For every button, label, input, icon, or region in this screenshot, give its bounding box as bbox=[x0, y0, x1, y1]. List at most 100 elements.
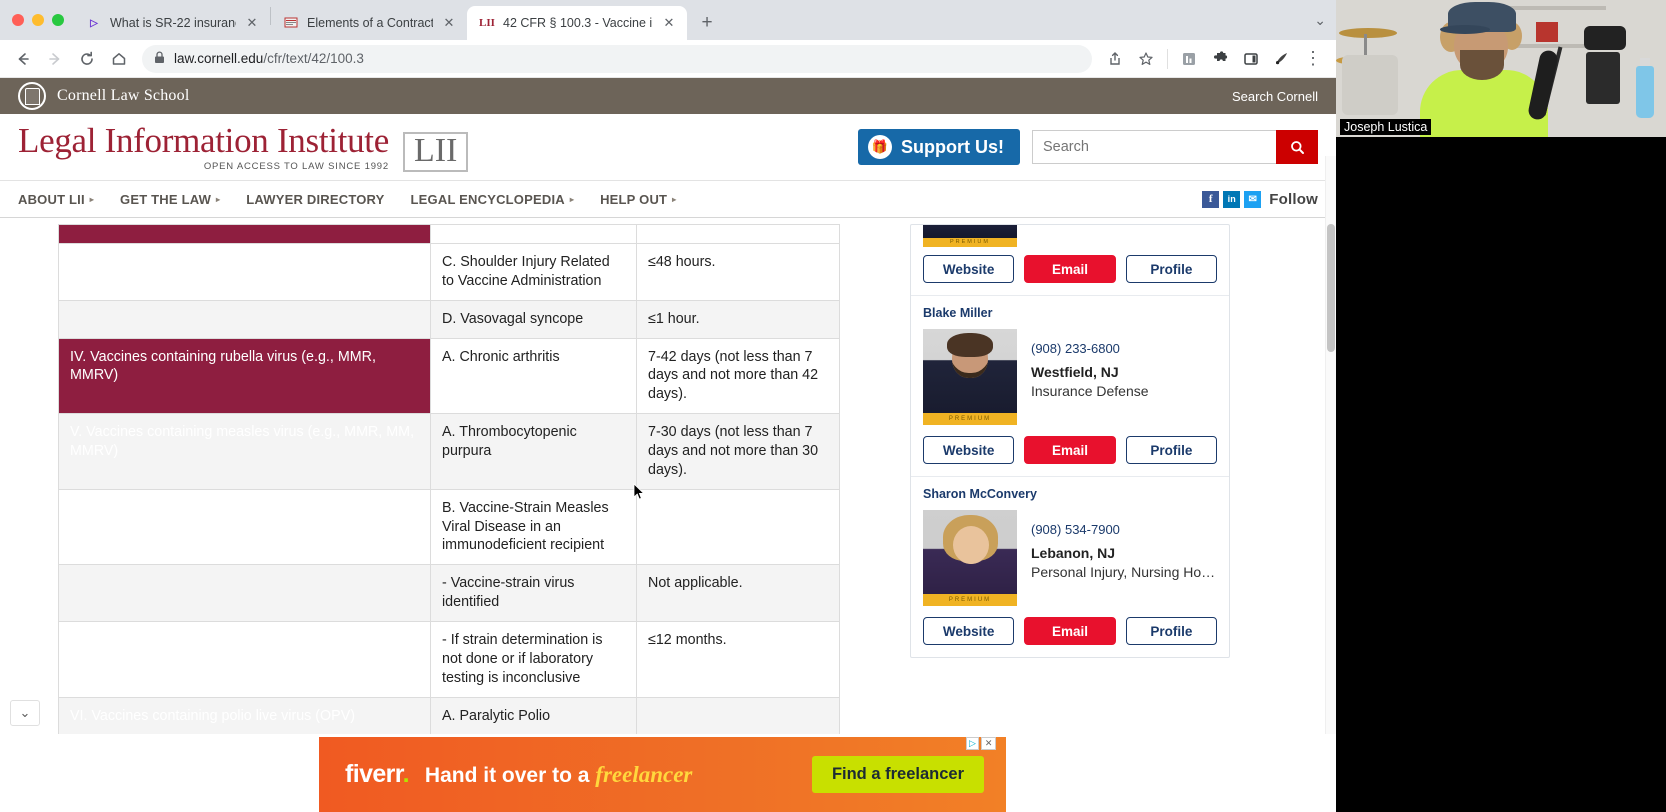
window-controls[interactable] bbox=[8, 0, 74, 40]
profile-avatar-icon[interactable] bbox=[1267, 44, 1297, 74]
page-scrollbar-thumb[interactable] bbox=[1327, 224, 1335, 352]
website-button[interactable]: Website bbox=[923, 436, 1015, 464]
ad-cta-button[interactable]: Find a freelancer bbox=[811, 756, 984, 793]
home-button[interactable] bbox=[104, 44, 134, 74]
lawyer-practice-area: Personal Injury, Nursing Hom… bbox=[1031, 564, 1217, 580]
ad-headline: Hand it over to a freelancer bbox=[425, 762, 692, 788]
table-row: - Vaccine-strain virus identified Not ap… bbox=[58, 564, 840, 623]
tab-strip-right: ⌄ bbox=[1314, 0, 1336, 40]
lawyer-panel: PREMIUM Website Email Profile Blake Mill… bbox=[910, 224, 1230, 658]
maximize-window-button[interactable] bbox=[52, 14, 64, 26]
advertisement-bar: fiverr. Hand it over to a freelancer Fin… bbox=[0, 734, 1336, 812]
email-button[interactable]: Email bbox=[1024, 436, 1116, 464]
side-panel-icon[interactable] bbox=[1236, 44, 1266, 74]
premium-badge: PREMIUM bbox=[923, 238, 1017, 247]
tab-title: What is SR-22 insurance & ho bbox=[110, 16, 236, 30]
ad-close-icon[interactable]: ✕ bbox=[980, 737, 997, 750]
profile-button[interactable]: Profile bbox=[1125, 255, 1217, 283]
search-input[interactable] bbox=[1032, 130, 1276, 164]
table-cell-interval bbox=[636, 224, 840, 244]
close-icon[interactable]: ✕ bbox=[244, 15, 260, 31]
minimize-window-button[interactable] bbox=[32, 14, 44, 26]
facebook-icon[interactable]: f bbox=[1202, 190, 1220, 208]
back-button[interactable] bbox=[8, 44, 38, 74]
lii-logo[interactable]: Legal Information Institute OPEN ACCESS … bbox=[18, 123, 469, 172]
browser-window: ▷ What is SR-22 insurance & ho ✕ Element… bbox=[0, 0, 1336, 812]
lii-header: Legal Information Institute OPEN ACCESS … bbox=[0, 114, 1336, 180]
close-window-button[interactable] bbox=[12, 14, 24, 26]
url-path: /cfr/text/42/100.3 bbox=[263, 51, 364, 66]
support-us-label: Support Us! bbox=[901, 136, 1004, 157]
share-icon[interactable] bbox=[1100, 44, 1130, 74]
nav-item-about-lii[interactable]: ABOUT LII ▸ bbox=[18, 192, 94, 207]
lawyer-phone[interactable]: (908) 233-6800 bbox=[1031, 341, 1149, 356]
lawyer-info: (908) 534-7900 Lebanon, NJ Personal Inju… bbox=[1031, 510, 1217, 606]
email-button[interactable]: Email bbox=[1024, 255, 1116, 283]
fiverr-ad[interactable]: fiverr. Hand it over to a freelancer Fin… bbox=[319, 737, 1006, 812]
triangle-play-icon: ▷ bbox=[90, 17, 98, 29]
fiverr-wordmark: fiverr bbox=[345, 760, 403, 788]
browser-menu-button[interactable]: ⋮ bbox=[1298, 44, 1328, 74]
ad-headline-italic: freelancer bbox=[595, 761, 693, 787]
ad-headline-plain: Hand it over to a bbox=[424, 763, 590, 787]
page-body: C. Shoulder Injury Related to Vaccine Ad… bbox=[0, 218, 1336, 737]
nav-item-legal-encyclopedia[interactable]: LEGAL ENCYCLOPEDIA ▸ bbox=[411, 192, 575, 207]
email-button[interactable]: Email bbox=[1024, 617, 1116, 645]
chart-extension-icon[interactable] bbox=[1174, 44, 1204, 74]
table-row: IV. Vaccines containing rubella virus (e… bbox=[58, 337, 840, 415]
reload-button[interactable] bbox=[72, 44, 102, 74]
nav-label: GET THE LAW bbox=[120, 191, 212, 207]
cornell-top-bar: Cornell Law School Search Cornell bbox=[0, 78, 1336, 114]
lawyer-practice-area: Insurance Defense bbox=[1031, 383, 1149, 399]
table-cell-interval: 7-30 days (not less than 7 days and not … bbox=[636, 413, 840, 490]
browser-tab-3-active[interactable]: LII 42 CFR § 100.3 - Vaccine inju ✕ bbox=[467, 6, 687, 40]
lawyer-photo: PREMIUM bbox=[923, 510, 1017, 606]
table-cell-injury bbox=[430, 224, 637, 244]
lii-bracket-mark: LII bbox=[402, 131, 469, 172]
cornell-seal-icon bbox=[18, 82, 46, 110]
browser-toolbar: law.cornell.edu/cfr/text/42/100.3 ⋮ bbox=[0, 40, 1336, 78]
website-button[interactable]: Website bbox=[923, 255, 1015, 283]
forward-button[interactable] bbox=[40, 44, 70, 74]
close-icon[interactable]: ✕ bbox=[441, 15, 457, 31]
new-tab-button[interactable]: + bbox=[693, 9, 721, 37]
table-cell-interval bbox=[636, 488, 840, 566]
browser-tab-2[interactable]: Elements of a Contract — Judi ✕ bbox=[271, 6, 467, 40]
page-scrollbar[interactable] bbox=[1325, 156, 1336, 812]
bookmark-star-icon[interactable] bbox=[1131, 44, 1161, 74]
cfr-table-column: C. Shoulder Injury Related to Vaccine Ad… bbox=[0, 224, 888, 737]
nav-item-get-the-law[interactable]: GET THE LAW ▸ bbox=[120, 192, 220, 207]
support-us-button[interactable]: 🎁 Support Us! bbox=[858, 129, 1020, 165]
browser-tab-1[interactable]: ▷ What is SR-22 insurance & ho ✕ bbox=[74, 6, 270, 40]
lawyer-card-blake-miller: Blake Miller PREMIUM (908) 233-6800 West… bbox=[911, 296, 1229, 477]
address-bar[interactable]: law.cornell.edu/cfr/text/42/100.3 bbox=[142, 44, 1092, 73]
website-button[interactable]: Website bbox=[923, 617, 1015, 645]
lii-icon: LII bbox=[479, 17, 495, 29]
puzzle-extension-icon[interactable] bbox=[1205, 44, 1235, 74]
nav-label: LEGAL ENCYCLOPEDIA bbox=[410, 191, 565, 207]
table-row: - If strain determination is not done or… bbox=[58, 621, 840, 698]
profile-button[interactable]: Profile bbox=[1125, 617, 1217, 645]
search-cornell-link[interactable]: Search Cornell bbox=[1232, 89, 1318, 104]
lawyer-name[interactable]: Blake Miller bbox=[923, 306, 1217, 320]
lawyer-phone[interactable]: (908) 534-7900 bbox=[1031, 522, 1217, 537]
nav-item-help-out[interactable]: HELP OUT ▸ bbox=[600, 192, 676, 207]
table-cell-injury: C. Shoulder Injury Related to Vaccine Ad… bbox=[430, 243, 637, 301]
scroll-down-button[interactable]: ⌄ bbox=[10, 700, 40, 726]
lawyer-name[interactable]: Sharon McConvery bbox=[923, 487, 1217, 501]
chevron-down-icon[interactable]: ⌄ bbox=[1314, 12, 1326, 29]
nav-item-lawyer-directory[interactable]: LAWYER DIRECTORY bbox=[246, 192, 384, 207]
table-cell-category bbox=[58, 224, 431, 244]
twitter-icon[interactable]: ✉ bbox=[1244, 190, 1262, 208]
judicial-learning-icon bbox=[283, 15, 299, 31]
close-icon[interactable]: ✕ bbox=[661, 15, 677, 31]
lii-tagline: OPEN ACCESS TO LAW SINCE 1992 bbox=[203, 160, 389, 172]
chevron-right-icon: ▸ bbox=[672, 194, 677, 204]
profile-button[interactable]: Profile bbox=[1125, 436, 1217, 464]
linkedin-icon[interactable]: in bbox=[1223, 190, 1241, 208]
ad-info-icon[interactable]: ▷ bbox=[966, 737, 979, 750]
table-row: V. Vaccines containing measles virus (e.… bbox=[58, 413, 840, 490]
lawyer-actions: Website Email Profile bbox=[923, 617, 1217, 645]
table-cell-injury: A. Paralytic Polio bbox=[430, 696, 637, 736]
search-submit-button[interactable] bbox=[1276, 130, 1318, 164]
